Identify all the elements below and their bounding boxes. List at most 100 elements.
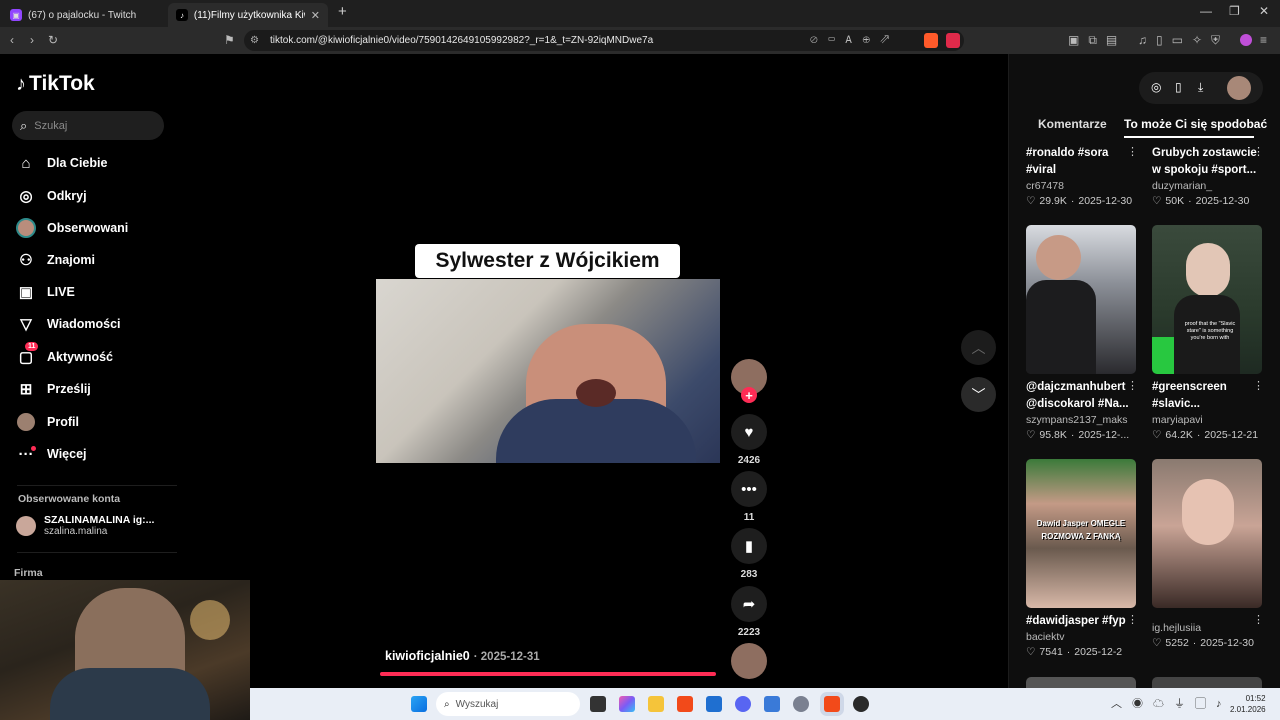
tab-twitch[interactable]: ▣ (67) o pajalocku - Twitch <box>2 3 164 27</box>
recommended-card[interactable]: proof that the "Slavic stare" is somethi… <box>1152 225 1264 441</box>
heart-icon: ♥ <box>744 423 754 441</box>
new-tab-button[interactable]: + <box>338 3 347 20</box>
tiktok-logo[interactable]: ♪ TikTok <box>16 72 95 96</box>
previous-video-button[interactable]: ︿ <box>961 330 996 365</box>
card-thumbnail[interactable]: proof that the "Slavic stare" is somethi… <box>1152 225 1262 374</box>
brave-shield-icon[interactable] <box>924 33 938 48</box>
rewards-icon[interactable] <box>946 33 960 48</box>
close-tab-icon[interactable]: ✕ <box>311 9 320 22</box>
thumbnail-caption: Dawid Jasper OMEGLE <box>1036 519 1126 528</box>
recommended-card[interactable]: Grubych zostawcie w spokoju #sport... du… <box>1152 145 1264 207</box>
thumbnail-face <box>1182 479 1234 545</box>
nav-label: LIVE <box>47 285 75 299</box>
follow-plus-icon[interactable]: + <box>741 387 757 403</box>
card-meta: ♡ 95.8K · 2025-12-... <box>1026 429 1130 441</box>
card-meta: ♡ 50K · 2025-12-30 <box>1152 195 1250 207</box>
tab-recommended[interactable]: To może Ci się spodobać <box>1124 117 1267 131</box>
video-frame[interactable] <box>376 279 720 463</box>
bookmark-icon[interactable]: ⚑ <box>224 33 235 47</box>
share-button[interactable]: ➦ <box>731 586 767 622</box>
site-settings-icon[interactable]: ⚙ <box>250 35 259 46</box>
taskbar-search-text: Wyszukaj <box>455 698 499 710</box>
profile-icon <box>16 412 36 432</box>
heart-outline-icon: ♡ <box>1152 429 1162 441</box>
restore-button[interactable]: ❐ <box>1229 4 1240 18</box>
card-meta: ♡ 29.9K · 2025-12-30 <box>1026 195 1133 207</box>
tab-komentarze[interactable]: Komentarze <box>1038 117 1107 131</box>
tab-tiktok[interactable]: ♪ (11)Filmy użytkownika Kiwi (@ki ✕ <box>168 3 328 27</box>
system-tray-icons[interactable]: ︿◉☁⏚▢♪ <box>1111 695 1232 711</box>
progress-bar[interactable] <box>380 672 716 676</box>
author-name[interactable]: kiwioficjalnie0 <box>385 649 470 663</box>
avatar <box>16 515 36 536</box>
compass-icon[interactable]: ◎ <box>1151 80 1161 94</box>
music-disc-avatar[interactable] <box>731 643 767 679</box>
avatar[interactable] <box>1227 76 1251 100</box>
recommended-card[interactable]: #ronaldo #sora #viral cr67478 ♡ 29.9K · 202… <box>1026 145 1138 207</box>
nav-label: Aktywność <box>47 350 113 364</box>
like-button[interactable]: ♥ <box>731 414 767 450</box>
card-thumbnail[interactable]: Dawid Jasper OMEGLE ROZMOWA Z FANKĄ <box>1026 459 1136 608</box>
recommended-card[interactable]: ig.hejlusiia ♡ 5252 · 2025-12-30 ⋮ <box>1152 459 1264 649</box>
taskbar-search[interactable]: ⌕ Wyszukaj <box>436 692 580 716</box>
sidebar-item-live[interactable]: ▣ LIVE <box>16 280 75 304</box>
card-thumbnail[interactable] <box>1152 459 1262 608</box>
calculator-icon[interactable] <box>764 696 780 712</box>
sidebar-item-obserwowani[interactable]: Obserwowani <box>16 216 128 240</box>
profile-avatar-icon[interactable] <box>1240 34 1252 46</box>
sidebar-item-profil[interactable]: Profil <box>16 410 79 434</box>
upload-icon: ⊞ <box>19 381 33 398</box>
minimize-button[interactable]: — <box>1200 4 1212 18</box>
brave-icon[interactable] <box>677 696 693 712</box>
extensions-icons[interactable]: ▣⧉▤ <box>1068 33 1126 47</box>
sidebar-item-dla-ciebie[interactable]: ⌂ Dla Ciebie <box>16 151 107 175</box>
clock[interactable]: 01:52 2.01.2026 <box>1230 693 1266 715</box>
address-actions-icons[interactable]: ⊘▭Ꭺ⊕⇗ <box>810 35 899 46</box>
reload-icon[interactable]: ↻ <box>48 33 58 47</box>
obs-icon[interactable] <box>853 696 869 712</box>
heart-outline-icon: ♡ <box>1152 195 1162 207</box>
sidebar-item-wiadomosci[interactable]: ▽ Wiadomości <box>16 312 120 336</box>
card-meta: ♡ 64.2K · 2025-12-21 <box>1152 429 1259 441</box>
file-explorer-icon[interactable] <box>648 696 664 712</box>
more-options-icon[interactable]: ⋮ <box>1127 613 1138 626</box>
more-options-icon[interactable]: ⋮ <box>1253 613 1264 626</box>
card-title: @dajczmanhubert @discokarol #Na... <box>1026 381 1129 410</box>
more-options-icon[interactable]: ⋮ <box>1253 379 1264 392</box>
task-view-icon[interactable] <box>590 696 606 712</box>
sidebar-item-znajomi[interactable]: ⚇ Znajomi <box>16 248 95 272</box>
card-thumbnail[interactable] <box>1026 225 1136 374</box>
sidebar-item-przeslij[interactable]: ⊞ Prześlij <box>16 377 91 401</box>
sidebar-item-aktywnosc[interactable]: ▢ 11 Aktywność <box>16 342 113 369</box>
more-options-icon[interactable]: ⋮ <box>1253 145 1264 158</box>
card-date: 2025-12-21 <box>1204 429 1259 441</box>
brave-active-icon[interactable] <box>824 696 840 712</box>
sidebar-item-odkryj[interactable]: ◎ Odkryj <box>16 184 86 208</box>
more-options-icon[interactable]: ⋮ <box>1127 145 1138 158</box>
recommended-card[interactable]: @dajczmanhubert @discokarol #Na... szymp… <box>1026 225 1138 441</box>
followed-account[interactable]: SZALINAMALINA ig:... szalina.malina <box>16 514 154 537</box>
start-icon[interactable] <box>411 696 427 712</box>
copilot-icon[interactable] <box>619 696 635 712</box>
search-input[interactable]: ⌕ Szukaj <box>12 111 164 140</box>
toolbar-icons[interactable]: ♫▯▭✧⛨ <box>1138 33 1229 47</box>
device-icon[interactable]: ▯ <box>1175 80 1182 94</box>
next-video-button[interactable]: ﹀ <box>961 377 996 412</box>
webcam-overlay <box>0 580 250 720</box>
comment-button[interactable]: ••• <box>731 471 767 507</box>
messages-icon: ▽ <box>20 316 32 333</box>
address-bar[interactable]: ⚙ tiktok.com/@kiwioficjalnie0/video/7590… <box>244 30 964 51</box>
back-icon[interactable]: ‹ <box>10 33 14 47</box>
save-button[interactable]: ▮ <box>731 528 767 564</box>
store-icon[interactable] <box>706 696 722 712</box>
more-options-icon[interactable]: ⋮ <box>1127 379 1138 392</box>
close-window-button[interactable]: ✕ <box>1259 4 1269 18</box>
forward-icon[interactable]: › <box>30 33 34 47</box>
download-icon[interactable]: ⤓ <box>1198 80 1203 95</box>
save-count: 283 <box>740 569 758 580</box>
sidebar-item-wiecej[interactable]: ··· Więcej <box>16 442 87 466</box>
discord-icon[interactable] <box>735 696 751 712</box>
menu-icon[interactable]: ≡ <box>1260 33 1267 47</box>
settings-icon[interactable] <box>793 696 809 712</box>
recommended-card[interactable]: Dawid Jasper OMEGLE ROZMOWA Z FANKĄ #daw… <box>1026 459 1138 658</box>
